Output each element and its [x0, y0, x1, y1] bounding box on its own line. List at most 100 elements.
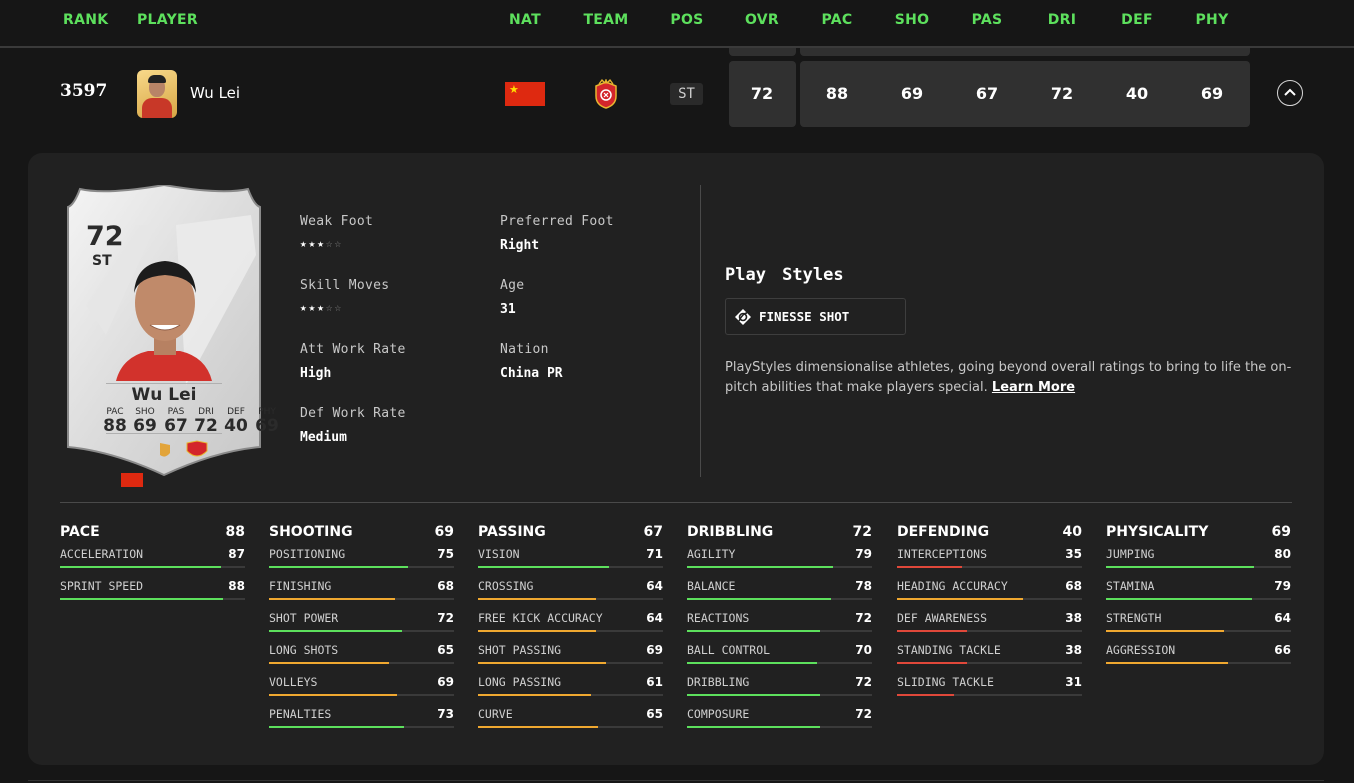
header-pas[interactable]: PAS [972, 12, 1003, 28]
attribute-value: 70 [855, 643, 872, 657]
header-rank[interactable]: RANK [63, 12, 108, 28]
attribute-value: 69 [646, 643, 663, 657]
stat-attribute: CROSSING 64 [478, 574, 663, 606]
stat-attribute: INTERCEPTIONS 35 [897, 542, 1082, 574]
stat-attribute: STRENGTH 64 [1106, 606, 1291, 638]
header-team[interactable]: TEAM [583, 12, 628, 28]
playstyle-chip[interactable]: FINESSE SHOT [725, 298, 906, 335]
attribute-bar-fill [687, 566, 834, 568]
category-value: 88 [225, 524, 245, 540]
attribute-value: 80 [1274, 547, 1291, 561]
category-name: PHYSICALITY [1106, 524, 1209, 540]
header-nat[interactable]: NAT [509, 12, 541, 28]
attribute-value: 69 [437, 675, 454, 689]
attribute-name: COMPOSURE [687, 707, 750, 721]
collapse-button[interactable] [1277, 80, 1303, 106]
attribute-name: SLIDING TACKLE [897, 675, 994, 689]
stat-column-passing: PASSING 67 VISION 71 CROSSING 64 FREE KICK ACC… [478, 524, 663, 734]
row-sho: 69 [900, 84, 924, 103]
header-pos[interactable]: POS [670, 12, 703, 28]
attribute-name: VOLLEYS [269, 675, 318, 689]
header-pac[interactable]: PAC [822, 12, 853, 28]
player-row[interactable]: 3597 Wu Lei ★ ST 72 88 69 67 72 40 69 [0, 48, 1354, 140]
row-pas: 67 [975, 84, 999, 103]
card-stat: DEF 40 [224, 407, 248, 436]
player-avatar [137, 70, 177, 118]
stat-category: PHYSICALITY 69 [1106, 524, 1291, 542]
attribute-name: DEF AWARENESS [897, 611, 988, 625]
stat-attribute: LONG SHOTS 65 [269, 638, 454, 670]
header-phy[interactable]: PHY [1195, 12, 1228, 28]
attribute-bar-fill [60, 566, 221, 568]
attribute-name: POSITIONING [269, 547, 346, 561]
finesse-shot-icon [735, 309, 751, 325]
header-sho[interactable]: SHO [895, 12, 930, 28]
attribute-bar-fill [897, 598, 1023, 600]
player-detail-panel: 72 ST Wu Lei PAC 88 SHO 69 PAS 67 DRI 72 DEF… [28, 153, 1324, 765]
attribute-name: FREE KICK ACCURACY [478, 611, 603, 625]
card-stat: PHY 69 [255, 407, 279, 436]
card-ovr: 72 [86, 221, 124, 252]
stat-attribute: BALL CONTROL 70 [687, 638, 872, 670]
attribute-value: 71 [646, 547, 663, 561]
player-name[interactable]: Wu Lei [190, 84, 240, 102]
attribute-bar-fill [897, 694, 955, 696]
attribute-name: LONG SHOTS [269, 643, 339, 657]
stat-attribute: SLIDING TACKLE 31 [897, 670, 1082, 702]
attribute-value: 78 [855, 579, 872, 593]
china-flag-icon: ★ [505, 82, 545, 106]
attribute-value: 79 [855, 547, 872, 561]
stat-attribute: VOLLEYS 69 [269, 670, 454, 702]
next-row-divider [28, 780, 1324, 781]
stat-attribute: STAMINA 79 [1106, 574, 1291, 606]
category-name: DEFENDING [897, 524, 990, 540]
category-value: 69 [434, 524, 454, 540]
attribute-name: JUMPING [1106, 547, 1155, 561]
attribute-name: BALANCE [687, 579, 736, 593]
playstyles-title: Play Styles [725, 265, 844, 285]
header-player[interactable]: PLAYER [137, 12, 198, 28]
attribute-bar-fill [269, 630, 403, 632]
header-dri[interactable]: DRI [1048, 12, 1077, 28]
attribute-name: SHOT POWER [269, 611, 339, 625]
category-value: 67 [643, 524, 663, 540]
attribute-bar-fill [478, 662, 606, 664]
attribute-name: HEADING ACCURACY [897, 579, 1008, 593]
weak-foot-stars: ★★★☆☆ [300, 237, 344, 250]
attribute-value: 73 [437, 707, 454, 721]
category-name: DRIBBLING [687, 524, 774, 540]
stat-attribute: STANDING TACKLE 38 [897, 638, 1082, 670]
attribute-value: 64 [646, 611, 663, 625]
attribute-name: AGILITY [687, 547, 736, 561]
stat-category: PASSING 67 [478, 524, 663, 542]
stat-column-pace: PACE 88 ACCELERATION 87 SPRINT SPEED 88 [60, 524, 245, 606]
learn-more-link[interactable]: Learn More [992, 380, 1075, 395]
category-name: SHOOTING [269, 524, 353, 540]
player-card: 72 ST Wu Lei PAC 88 SHO 69 PAS 67 DRI 72 DEF… [66, 185, 279, 487]
stat-attribute: DRIBBLING 72 [687, 670, 872, 702]
header-def[interactable]: DEF [1121, 12, 1153, 28]
attribute-bar-fill [478, 694, 591, 696]
attribute-bar-fill [897, 566, 962, 568]
stat-column-shooting: SHOOTING 69 POSITIONING 75 FINISHING 68 SHOT P… [269, 524, 454, 734]
player-rank: 3597 [60, 81, 108, 101]
skill-moves: Skill Moves ★★★☆☆ [300, 278, 390, 314]
card-position: ST [92, 253, 112, 269]
attribute-bar-fill [1106, 598, 1253, 600]
header-ovr[interactable]: OVR [745, 12, 779, 28]
weak-foot: Weak Foot ★★★☆☆ [300, 214, 374, 250]
stat-attribute: VISION 71 [478, 542, 663, 574]
previous-row-stats-box [800, 48, 1250, 56]
attribute-bar-fill [269, 662, 390, 664]
attribute-value: 64 [646, 579, 663, 593]
category-value: 69 [1271, 524, 1291, 540]
stat-category: PACE 88 [60, 524, 245, 542]
attribute-value: 68 [437, 579, 454, 593]
attribute-name: STANDING TACKLE [897, 643, 1001, 657]
attribute-value: 88 [228, 579, 245, 593]
stat-attribute: BALANCE 78 [687, 574, 872, 606]
attribute-bar-fill [269, 566, 408, 568]
attribute-name: INTERCEPTIONS [897, 547, 988, 561]
horizontal-divider [60, 502, 1292, 503]
card-stat: PAS 67 [164, 407, 188, 436]
